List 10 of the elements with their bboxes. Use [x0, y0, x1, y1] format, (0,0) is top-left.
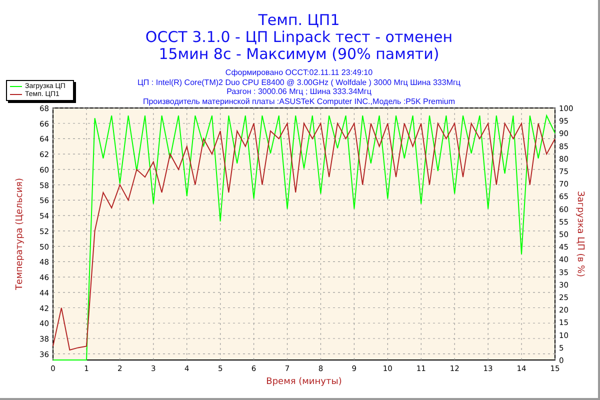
y2-axis-title: Загрузка ЦП (в %)	[575, 191, 585, 277]
system-info: Сформировано OCCT:02.11.11 23:49:10	[225, 68, 373, 78]
system-info: ЦП : Intel(R) Core(TM)2 Duo CPU E8400 @ 3.00GHz ( Wolfdale ) 3000 Мгц Шина 333Мгц	[138, 78, 460, 87]
y-axis-title: Температура (Цельсия)	[15, 178, 25, 290]
x-axis-title: Время (минуты)	[266, 377, 342, 387]
chart-title: 15мин 8с - Максимум (90% памяти)	[158, 46, 440, 63]
chart-title: Темп. ЦП1	[258, 12, 340, 29]
system-info: Разгон : 3000.06 Мгц ; Шина 333.34Мгц	[226, 87, 372, 96]
system-info: Производитель материнской платы :ASUSTeK Computer INC.,Модель :P5K Premium	[142, 96, 456, 106]
chart-title: OCCT 3.1.0 - ЦП Linpack тест - отменен	[145, 29, 453, 46]
